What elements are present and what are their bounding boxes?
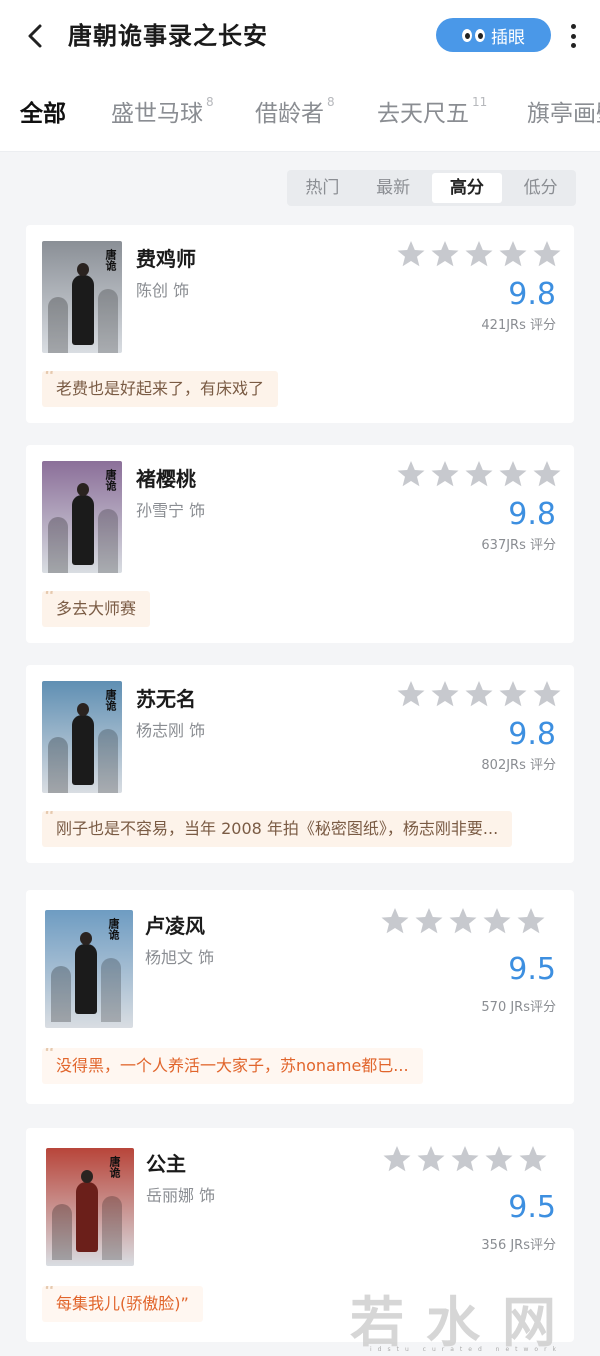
tab-sky[interactable]: 去天尺五 11 — [377, 94, 487, 128]
watermark-subtitle: idstu curated network — [370, 1346, 563, 1353]
sort-newest[interactable]: 最新 — [358, 170, 429, 206]
star-icon[interactable] — [416, 1144, 446, 1174]
score: 9.8 — [508, 717, 556, 752]
tab-all[interactable]: 全部 — [20, 94, 66, 128]
character-poster: 唐诡 — [45, 910, 133, 1028]
top-comment[interactable]: 老费也是好起来了，有床戏了 — [42, 371, 279, 407]
top-comment[interactable]: 每集我儿(骄傲脸)” — [42, 1286, 203, 1322]
watermark: 若水网 — [350, 1291, 578, 1354]
actor-name: 陈创 饰 — [136, 281, 190, 300]
actor-name: 杨旭文 饰 — [145, 948, 215, 967]
rating-stars[interactable] — [380, 906, 546, 936]
character-card[interactable]: 唐诡 费鸡师 陈创 饰 9.8 421JRs 评分 老费也是好起来了，有床戏了 — [26, 225, 574, 423]
rating-count: 802JRs 评分 — [481, 758, 556, 773]
sort-hot[interactable]: 热门 — [287, 170, 358, 206]
back-arrow-icon[interactable] — [22, 22, 50, 50]
star-icon[interactable] — [518, 1144, 548, 1174]
score: 9.8 — [508, 277, 556, 312]
star-icon[interactable] — [380, 906, 410, 936]
page-title: 唐朝诡事录之长安 — [68, 22, 268, 50]
rating-stars[interactable] — [382, 1144, 548, 1174]
character-poster: 唐诡 — [42, 241, 122, 353]
sort-selector: 热门 最新 高分 低分 — [287, 170, 576, 206]
character-poster: 唐诡 — [42, 681, 122, 793]
rating-stars[interactable] — [396, 239, 562, 269]
character-name: 卢凌风 — [145, 914, 205, 938]
more-menu-icon[interactable] — [563, 22, 583, 50]
star-icon[interactable] — [532, 679, 562, 709]
star-icon[interactable] — [450, 1144, 480, 1174]
character-name: 费鸡师 — [136, 247, 196, 271]
score: 9.5 — [508, 1190, 556, 1225]
top-bar: 唐朝诡事录之长安 插眼 — [0, 0, 600, 72]
character-name: 公主 — [146, 1152, 186, 1176]
eyes-icon — [462, 28, 485, 42]
sort-low[interactable]: 低分 — [505, 170, 576, 206]
star-icon[interactable] — [396, 239, 426, 269]
top-comment[interactable]: 没得黑，一个人养活一大家子，苏noname都已... — [42, 1048, 423, 1084]
character-card[interactable]: 唐诡 褚樱桃 孙雪宁 饰 9.8 637JRs 评分 多去大师赛 — [26, 445, 574, 643]
rating-stars[interactable] — [396, 459, 562, 489]
character-poster: 唐诡 — [42, 461, 122, 573]
actor-name: 杨志刚 饰 — [136, 721, 206, 740]
star-icon[interactable] — [482, 906, 512, 936]
character-card[interactable]: 唐诡 苏无名 杨志刚 饰 9.8 802JRs 评分 刚子也是不容易，当年 20… — [26, 665, 574, 863]
insert-button-label: 插眼 — [491, 27, 525, 48]
insert-button[interactable]: 插眼 — [436, 18, 551, 52]
star-icon[interactable] — [382, 1144, 412, 1174]
star-icon[interactable] — [430, 459, 460, 489]
actor-name: 孙雪宁 饰 — [136, 501, 206, 520]
top-comment[interactable]: 刚子也是不容易，当年 2008 年拍《秘密图纸》，杨志刚非要... — [42, 811, 513, 847]
episode-tabs: 全部 盛世马球8 借龄者8 去天尺五11 旗亭画壁 — [0, 72, 600, 152]
star-icon[interactable] — [464, 459, 494, 489]
rating-count: 637JRs 评分 — [481, 538, 556, 553]
score: 9.8 — [508, 497, 556, 532]
character-name: 苏无名 — [136, 687, 196, 711]
actor-name: 岳丽娜 饰 — [146, 1186, 216, 1205]
star-icon[interactable] — [430, 679, 460, 709]
star-icon[interactable] — [532, 239, 562, 269]
character-name: 褚樱桃 — [136, 467, 196, 491]
star-icon[interactable] — [498, 679, 528, 709]
star-icon[interactable] — [448, 906, 478, 936]
top-comment[interactable]: 多去大师赛 — [42, 591, 151, 627]
star-icon[interactable] — [396, 679, 426, 709]
score: 9.5 — [508, 952, 556, 987]
star-icon[interactable] — [498, 459, 528, 489]
character-poster: 唐诡 — [46, 1148, 134, 1266]
tab-pavilion[interactable]: 旗亭画壁 — [527, 94, 600, 128]
rating-count: 570 JRs评分 — [481, 1000, 556, 1015]
star-icon[interactable] — [516, 906, 546, 936]
rating-stars[interactable] — [396, 679, 562, 709]
sort-high[interactable]: 高分 — [431, 173, 503, 203]
rating-count: 421JRs 评分 — [481, 318, 556, 333]
star-icon[interactable] — [396, 459, 426, 489]
rating-count: 356 JRs评分 — [481, 1238, 556, 1253]
star-icon[interactable] — [484, 1144, 514, 1174]
star-icon[interactable] — [464, 679, 494, 709]
star-icon[interactable] — [464, 239, 494, 269]
star-icon[interactable] — [430, 239, 460, 269]
tab-polo[interactable]: 盛世马球 8 — [111, 94, 214, 128]
star-icon[interactable] — [532, 459, 562, 489]
star-icon[interactable] — [498, 239, 528, 269]
character-card[interactable]: 唐诡 卢凌风 杨旭文 饰 9.5 570 JRs评分 没得黑，一个人养活一大家子… — [26, 890, 574, 1104]
star-icon[interactable] — [414, 906, 444, 936]
tab-borrower[interactable]: 借龄者 8 — [255, 94, 335, 128]
